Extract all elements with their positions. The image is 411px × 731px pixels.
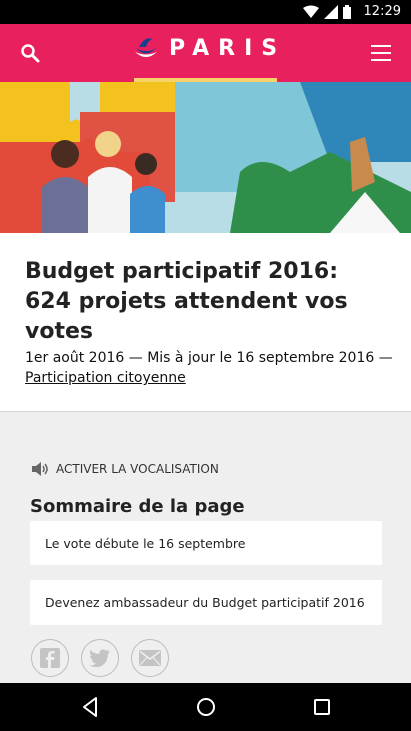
- puzzle-illustration: [0, 82, 411, 233]
- system-nav-bar: [0, 683, 411, 731]
- paris-ship-icon: [135, 38, 157, 57]
- mail-icon: [139, 650, 161, 666]
- signal-icon: [324, 5, 338, 19]
- twitter-icon: [89, 649, 110, 667]
- vocalisation-toggle[interactable]: ACTIVER LA VOCALISATION: [32, 462, 219, 476]
- search-icon[interactable]: [20, 43, 40, 63]
- speaker-icon: [32, 462, 48, 476]
- mail-share-button[interactable]: [131, 639, 169, 677]
- battery-icon: [343, 5, 351, 19]
- facebook-icon: [40, 648, 60, 668]
- app-header: PARIS: [0, 24, 411, 82]
- hero-image: [0, 82, 411, 233]
- facebook-share-button[interactable]: [31, 639, 69, 677]
- status-bar: 12:29: [0, 0, 411, 24]
- summary-item[interactable]: Le vote débute le 16 septembre: [30, 521, 382, 565]
- article-meta: 1er août 2016 — Mis à jour le 16 septemb…: [25, 348, 395, 388]
- clock: 12:29: [363, 4, 401, 19]
- article-header: Budget participatif 2016: 624 projets at…: [0, 233, 411, 412]
- vocalisation-label: ACTIVER LA VOCALISATION: [56, 462, 219, 476]
- wifi-icon: [303, 5, 319, 18]
- hamburger-menu-icon[interactable]: [371, 45, 391, 61]
- back-icon[interactable]: [79, 695, 103, 719]
- recent-apps-icon[interactable]: [310, 695, 334, 719]
- summary-item[interactable]: Devenez ambassadeur du Budget participat…: [30, 580, 382, 625]
- article-title: Budget participatif 2016: 624 projets at…: [25, 259, 348, 344]
- status-icons: [303, 5, 351, 19]
- category-link[interactable]: Participation citoyenne: [25, 370, 186, 386]
- twitter-share-button[interactable]: [81, 639, 119, 677]
- brand-name: PARIS: [169, 35, 287, 61]
- article-date: 1er août 2016 — Mis à jour le 16 septemb…: [25, 350, 393, 366]
- paris-logo[interactable]: PARIS: [133, 35, 286, 61]
- home-icon[interactable]: [194, 695, 218, 719]
- summary-heading: Sommaire de la page: [30, 496, 245, 517]
